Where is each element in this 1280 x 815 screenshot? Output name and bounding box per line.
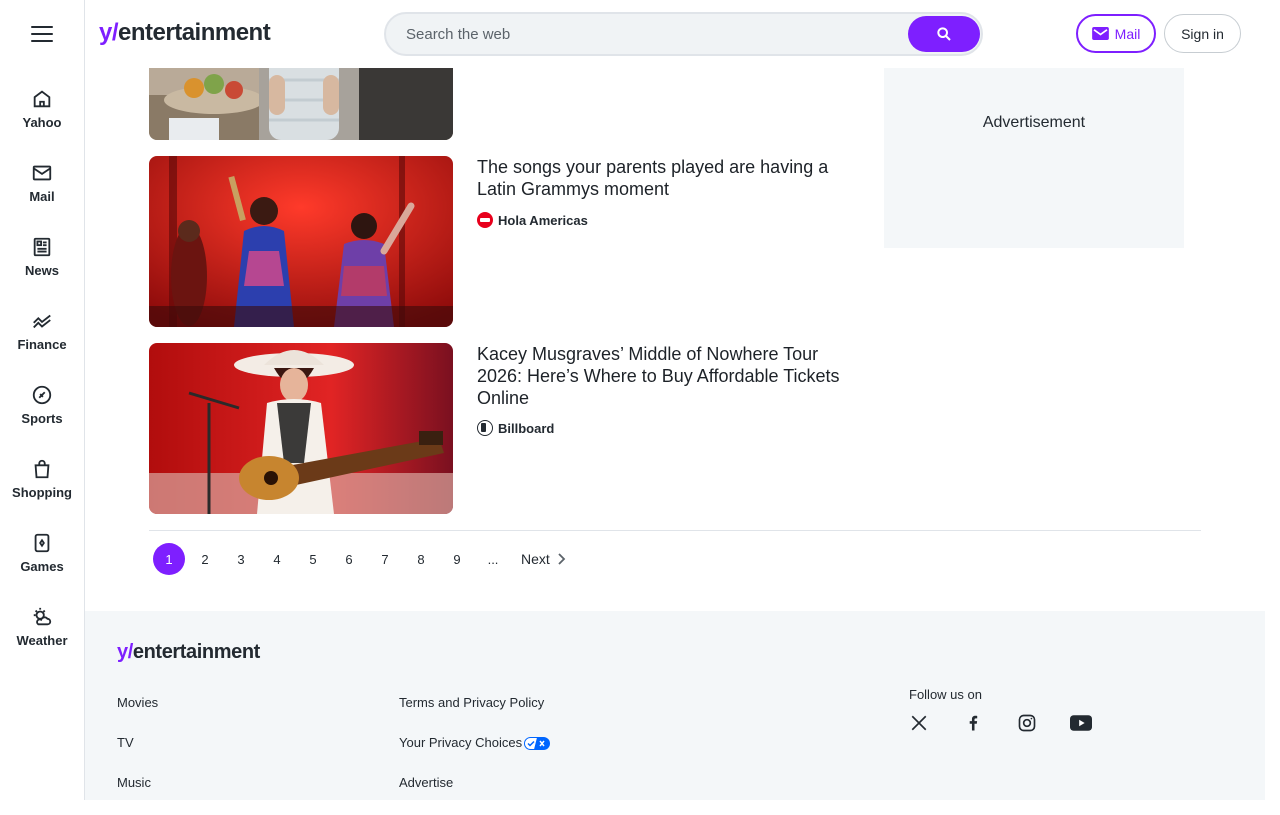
facebook-icon[interactable]	[961, 711, 985, 735]
cards-icon	[34, 533, 50, 553]
site-logo[interactable]: y/entertainment	[99, 18, 271, 48]
advertisement-label: Advertisement	[982, 114, 1086, 131]
sidebar-item-weather[interactable]: Weather	[0, 590, 84, 664]
footer-link-privacy-choices[interactable]: Your Privacy Choices	[399, 735, 551, 775]
header: y/entertainment Mail Sign in	[85, 0, 1280, 68]
article-thumbnail[interactable]	[149, 343, 453, 514]
football-icon	[32, 385, 52, 405]
page-1-button[interactable]: 1	[153, 543, 185, 575]
footer-link-movies[interactable]: Movies	[117, 695, 158, 735]
next-label: Next	[521, 551, 550, 567]
article-source[interactable]: Billboard	[477, 420, 554, 436]
footer-logo[interactable]: y/entertainment	[117, 641, 260, 664]
footer-link-advertise[interactable]: Advertise	[399, 775, 550, 815]
weather-icon	[33, 607, 52, 626]
hola-americas-logo-icon	[477, 212, 493, 228]
article-image	[149, 343, 453, 514]
mail-button-label: Mail	[1114, 25, 1141, 42]
privacy-choices-label: Your Privacy Choices	[399, 735, 523, 750]
article-title[interactable]: Kacey Musgraves’ Middle of Nowhere Tour …	[477, 343, 845, 409]
footer-link-terms[interactable]: Terms and Privacy Policy	[399, 695, 550, 735]
sidebar-item-shopping[interactable]: Shopping	[0, 442, 84, 516]
pagination: 1 2 3 4 5 6 7 8 9 ... Next	[153, 543, 566, 575]
sidebar-item-label: Games	[20, 559, 64, 574]
logo-word: entertainment	[132, 641, 260, 663]
page-8-button[interactable]: 8	[405, 543, 437, 575]
footer-links-col2: Terms and Privacy Policy Your Privacy Ch…	[399, 695, 551, 815]
sidebar-item-label: Yahoo	[22, 115, 62, 130]
page-5-button[interactable]: 5	[297, 543, 329, 575]
home-icon	[33, 90, 51, 108]
footer-link-tv[interactable]: TV	[117, 735, 158, 775]
sidebar-item-sports[interactable]: Sports	[0, 368, 84, 442]
sidebar-item-mail[interactable]: Mail	[0, 146, 84, 220]
social-links	[907, 711, 1093, 735]
sign-in-button[interactable]: Sign in	[1164, 14, 1241, 53]
sidebar-item-games[interactable]: Games	[0, 516, 84, 590]
instagram-icon[interactable]	[1015, 711, 1039, 735]
page-7-button[interactable]: 7	[369, 543, 401, 575]
sidebar-item-label: Finance	[17, 337, 67, 352]
sidebar-item-news[interactable]: News	[0, 220, 84, 294]
chevron-right-icon	[558, 553, 566, 565]
sidebar-item-label: News	[25, 263, 59, 278]
sidebar-item-label: Shopping	[12, 485, 72, 500]
article-image	[149, 156, 453, 327]
menu-icon[interactable]	[31, 24, 53, 44]
search-button[interactable]	[908, 16, 980, 52]
article-title[interactable]: The songs your parents played are having…	[477, 156, 845, 200]
page-2-button[interactable]: 2	[189, 543, 221, 575]
page-9-button[interactable]: 9	[441, 543, 473, 575]
sidebar-item-label: Weather	[16, 633, 68, 648]
search-input[interactable]	[406, 14, 886, 54]
article-source-name: Hola Americas	[498, 212, 588, 228]
news-icon	[33, 237, 51, 257]
finance-chart-icon	[33, 314, 51, 329]
follow-us-label: Follow us on	[909, 687, 982, 702]
mail-button[interactable]: Mail	[1076, 14, 1156, 53]
article-source-name: Billboard	[498, 420, 555, 436]
mail-icon	[32, 165, 52, 181]
next-page-button[interactable]: Next	[521, 551, 566, 567]
sidebar-item-yahoo[interactable]: Yahoo	[0, 72, 84, 146]
advertisement-box[interactable]: Advertisement	[884, 68, 1184, 248]
search-bar	[384, 12, 983, 56]
search-icon	[937, 27, 951, 41]
mail-icon	[1091, 27, 1109, 40]
sidebar-nav: Yahoo Mail News Finance Sports Shopping …	[0, 72, 84, 664]
logo-prefix: y/	[99, 19, 119, 46]
x-twitter-icon[interactable]	[907, 711, 931, 735]
logo-word: entertainment	[118, 19, 271, 46]
page-3-button[interactable]: 3	[225, 543, 257, 575]
pagination-ellipsis: ...	[487, 551, 499, 567]
divider	[149, 530, 1201, 531]
page-6-button[interactable]: 6	[333, 543, 365, 575]
sidebar-item-label: Mail	[29, 189, 55, 204]
shopping-bag-icon	[34, 459, 50, 479]
article-thumbnail[interactable]	[149, 156, 453, 327]
privacy-choices-icon	[524, 737, 551, 751]
youtube-icon[interactable]	[1069, 711, 1093, 735]
sidebar: Yahoo Mail News Finance Sports Shopping …	[0, 0, 85, 800]
footer: y/entertainment Movies TV Music Terms an…	[85, 611, 1265, 800]
sidebar-item-label: Sports	[21, 411, 63, 426]
billboard-logo-icon	[477, 420, 493, 436]
sidebar-item-finance[interactable]: Finance	[0, 294, 84, 368]
page-4-button[interactable]: 4	[261, 543, 293, 575]
footer-link-music[interactable]: Music	[117, 775, 158, 815]
article-source[interactable]: Hola Americas	[477, 212, 588, 228]
logo-prefix: y/	[117, 641, 133, 663]
footer-links-col1: Movies TV Music	[117, 695, 158, 815]
